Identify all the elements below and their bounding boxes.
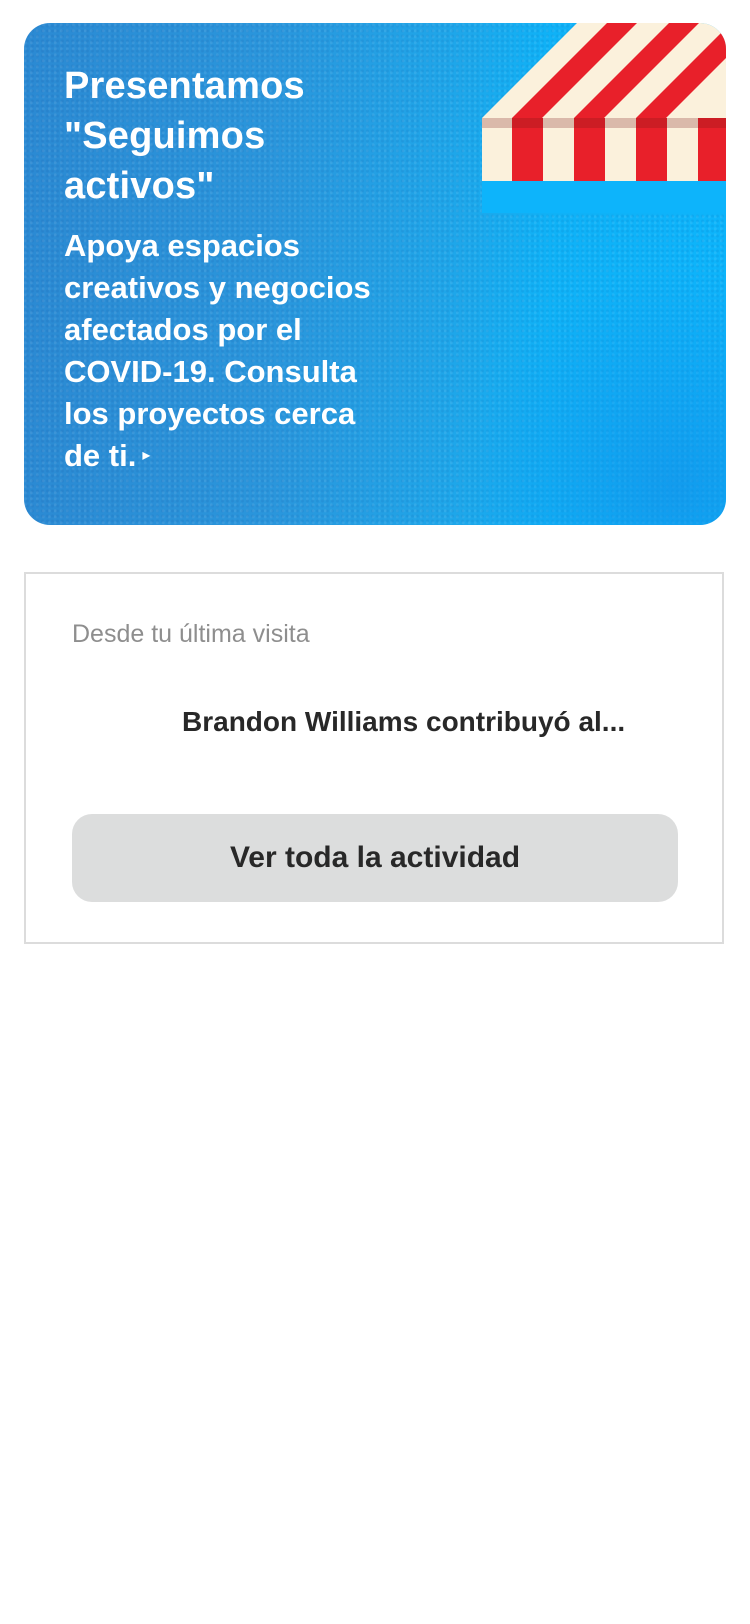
activity-heading: Desde tu última visita [72, 620, 310, 648]
page: Presentamos "Seguimos activos" Apoya esp… [0, 0, 750, 1624]
view-all-activity-button[interactable]: Ver toda la actividad [72, 814, 678, 902]
awning-illustration-icon [482, 23, 726, 213]
promo-text-block: Presentamos "Seguimos activos" Apoya esp… [64, 61, 394, 479]
promo-banner-seguimos-activos[interactable]: Presentamos "Seguimos activos" Apoya esp… [24, 23, 726, 525]
play-arrow-icon: ▸ [142, 446, 151, 464]
avatar [72, 692, 132, 752]
promo-title: Presentamos "Seguimos activos" [64, 65, 305, 207]
activity-item-text: Brandon Williams contribuyó al... [182, 706, 626, 737]
promo-body: Apoya espacios creativos y negocios afec… [64, 225, 394, 479]
activity-card: Desde tu última visita Brandon Williams … [24, 572, 724, 944]
promo-body-text: Apoya espacios creativos y negocios afec… [64, 228, 371, 473]
activity-list-item[interactable]: Brandon Williams contribuyó al... [72, 692, 680, 752]
promo-background-glow [466, 265, 726, 525]
